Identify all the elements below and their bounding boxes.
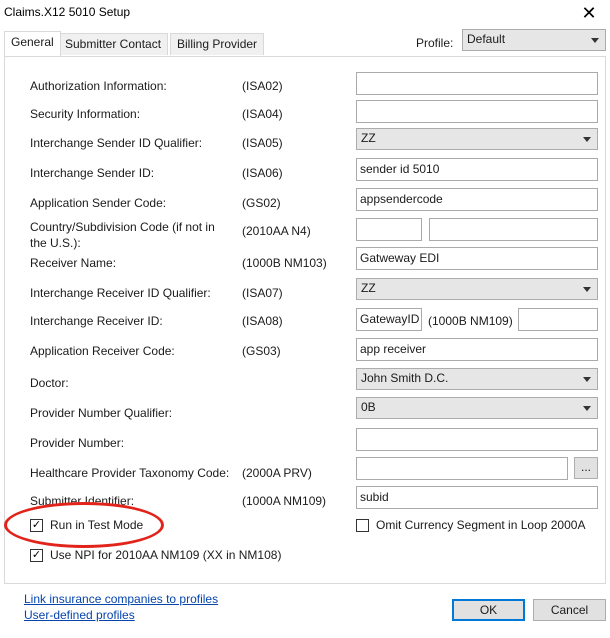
use-npi-checkbox-row[interactable]: ✓ Use NPI for 2010AA NM109 (XX in NM108) [30,548,310,564]
receiver-id-label: Interchange Receiver ID: [30,314,163,328]
sender-id-input[interactable]: sender id 5010 [356,158,598,181]
receiver-id-extra-code: (1000B NM109) [428,314,513,328]
receiver-name-input[interactable]: Gatweway EDI [356,247,598,270]
cancel-button[interactable]: Cancel [533,599,606,621]
sender-id-code: (ISA06) [242,166,283,180]
security-info-label: Security Information: [30,107,141,121]
receiver-id-code: (ISA08) [242,314,283,328]
submitter-identifier-code: (1000A NM109) [242,494,327,508]
chevron-down-icon [583,406,591,411]
receiver-id-input[interactable]: GatewayID [356,308,422,331]
submitter-identifier-label: Submitter Identifier: [30,494,135,508]
provider-number-input[interactable] [356,428,598,451]
chevron-down-icon [583,137,591,142]
link-user-defined-profiles[interactable]: User-defined profiles [24,608,135,622]
profile-select[interactable]: Default [462,29,606,51]
doctor-label: Doctor: [30,376,69,390]
security-info-input[interactable] [356,100,598,123]
window-title: Claims.X12 5010 Setup [4,5,131,19]
chevron-down-icon [583,377,591,382]
provider-number-qualifier-value: 0B [361,400,376,414]
receiver-id-qualifier-select[interactable]: ZZ [356,278,598,300]
authorization-info-code: (ISA02) [242,79,283,93]
sender-id-label: Interchange Sender ID: [30,166,155,180]
use-npi-label: Use NPI for 2010AA NM109 (XX in NM108) [50,548,282,562]
sender-id-qualifier-select[interactable]: ZZ [356,128,598,150]
test-mode-checkbox-row[interactable]: ✓ Run in Test Mode [30,518,160,534]
tab-billing-provider[interactable]: Billing Provider [170,33,265,55]
use-npi-checkbox[interactable]: ✓ [30,549,43,562]
taxonomy-browse-button[interactable]: ... [574,457,598,479]
sender-id-qualifier-label: Interchange Sender ID Qualifier: [30,136,203,150]
country-code-label-line2: the U.S.): [30,236,81,250]
test-mode-checkbox[interactable]: ✓ [30,519,43,532]
omit-currency-checkbox-row[interactable]: Omit Currency Segment in Loop 2000A [356,518,596,534]
provider-number-qualifier-label: Provider Number Qualifier: [30,406,173,420]
security-info-code: (ISA04) [242,107,283,121]
country-code-input[interactable] [356,218,422,241]
doctor-select[interactable]: John Smith D.C. [356,368,598,390]
sender-id-qualifier-value: ZZ [361,131,376,145]
receiver-name-label: Receiver Name: [30,256,117,270]
subdivision-code-input[interactable] [429,218,598,241]
app-sender-code-input[interactable]: appsendercode [356,188,598,211]
chevron-down-icon [583,287,591,292]
app-receiver-code-input[interactable]: app receiver [356,338,598,361]
app-sender-code-label: Application Sender Code: [30,196,167,210]
close-icon[interactable]: ✕ [576,2,602,24]
taxonomy-code-label: Healthcare Provider Taxonomy Code: [30,466,230,480]
authorization-info-label: Authorization Information: [30,79,167,93]
submitter-identifier-input[interactable]: subid [356,486,598,509]
receiver-name-code: (1000B NM103) [242,256,327,270]
receiver-id-qualifier-code: (ISA07) [242,286,283,300]
receiver-id-qualifier-value: ZZ [361,281,376,295]
authorization-info-input[interactable] [356,72,598,95]
link-insurance-companies[interactable]: Link insurance companies to profiles [24,592,218,606]
country-code-code: (2010AA N4) [242,224,311,238]
profile-label: Profile: [416,36,454,50]
app-receiver-code-code: (GS03) [242,344,281,358]
chevron-down-icon [591,38,599,43]
app-receiver-code-label: Application Receiver Code: [30,344,175,358]
app-sender-code-code: (GS02) [242,196,281,210]
tab-general[interactable]: General [4,31,61,56]
sender-id-qualifier-code: (ISA05) [242,136,283,150]
omit-currency-checkbox[interactable] [356,519,369,532]
tab-submitter-contact[interactable]: Submitter Contact [58,33,169,55]
receiver-id-extra-input[interactable] [518,308,598,331]
omit-currency-label: Omit Currency Segment in Loop 2000A [376,518,586,532]
receiver-id-qualifier-label: Interchange Receiver ID Qualifier: [30,286,211,300]
test-mode-label: Run in Test Mode [50,518,144,532]
provider-number-qualifier-select[interactable]: 0B [356,397,598,419]
provider-number-label: Provider Number: [30,436,125,450]
taxonomy-code-input[interactable] [356,457,568,480]
title-bar: Claims.X12 5010 Setup ✕ [0,0,610,28]
ok-button[interactable]: OK [452,599,525,621]
doctor-value: John Smith D.C. [361,371,449,385]
taxonomy-code-code: (2000A PRV) [242,466,312,480]
country-code-label-line1: Country/Subdivision Code (if not in [30,220,215,234]
profile-value: Default [467,32,506,46]
